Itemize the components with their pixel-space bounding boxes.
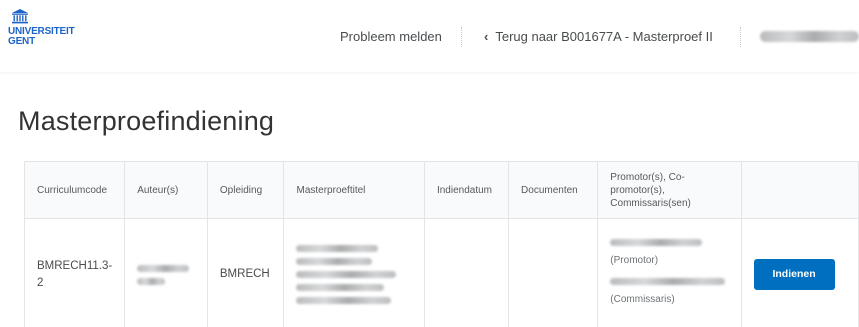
cell-thesis-title [283,218,425,327]
back-link[interactable]: ‹ Terug naar B001677A - Masterproef II [484,29,713,44]
column-header-submit-date: Indiendatum [423,161,510,219]
thesis-title-redacted [296,271,397,278]
cell-program: BMRECH [206,218,285,327]
submit-button[interactable]: Indienen [753,259,835,290]
commissaris-role-label: (Commissaris) [610,293,675,305]
author-name-redacted [137,264,190,272]
user-name-redacted[interactable] [760,31,859,42]
author-name-redacted [137,277,166,285]
column-header-program: Opleiding [206,161,285,219]
university-logo[interactable]: UNIVERSITEIT GENT [8,9,78,47]
cell-action: Indienen [740,218,859,327]
column-header-curriculum: Curriculumcode [23,161,126,219]
cell-curriculum: BMRECH11.3-2 [23,218,126,327]
table-header-row: Curriculumcode Auteur(s) Opleiding Maste… [23,161,859,219]
report-problem-link[interactable]: Probleem melden [340,29,442,44]
nav-divider [740,27,741,47]
thesis-submission-table: Curriculumcode Auteur(s) Opleiding Maste… [23,161,859,327]
nav-divider [461,27,462,47]
column-header-thesis-title: Masterproeftitel [283,161,425,219]
cell-submit-date [423,218,510,327]
cell-supervisors: (Promotor) (Commissaris) [597,218,742,327]
column-header-supervisors: Promotor(s), Co-promotor(s), Commissaris… [597,161,742,219]
promotor-name-redacted [610,238,703,246]
table-row: BMRECH11.3-2 BMRECH (Promotor) (Commissa… [23,218,859,327]
back-link-label: Terug naar B001677A - Masterproef II [495,29,713,44]
promotor-role-label: (Promotor) [610,254,659,266]
thesis-title-redacted [296,284,385,291]
thesis-title-redacted [296,297,392,304]
cell-documents [508,218,599,327]
cell-authors [124,218,208,327]
column-header-authors: Auteur(s) [124,161,208,219]
column-header-action [740,161,859,219]
top-navigation-bar: UNIVERSITEIT GENT Probleem melden ‹ Teru… [0,0,859,72]
column-header-documents: Documenten [508,161,599,219]
page-title: Masterproefindiening [18,106,275,136]
logo-line-2: GENT [8,36,35,47]
university-building-icon [12,9,28,24]
chevron-left-icon: ‹ [484,29,489,44]
commissaris-name-redacted [610,277,726,285]
thesis-title-redacted [296,258,373,265]
thesis-title-redacted [296,245,379,252]
